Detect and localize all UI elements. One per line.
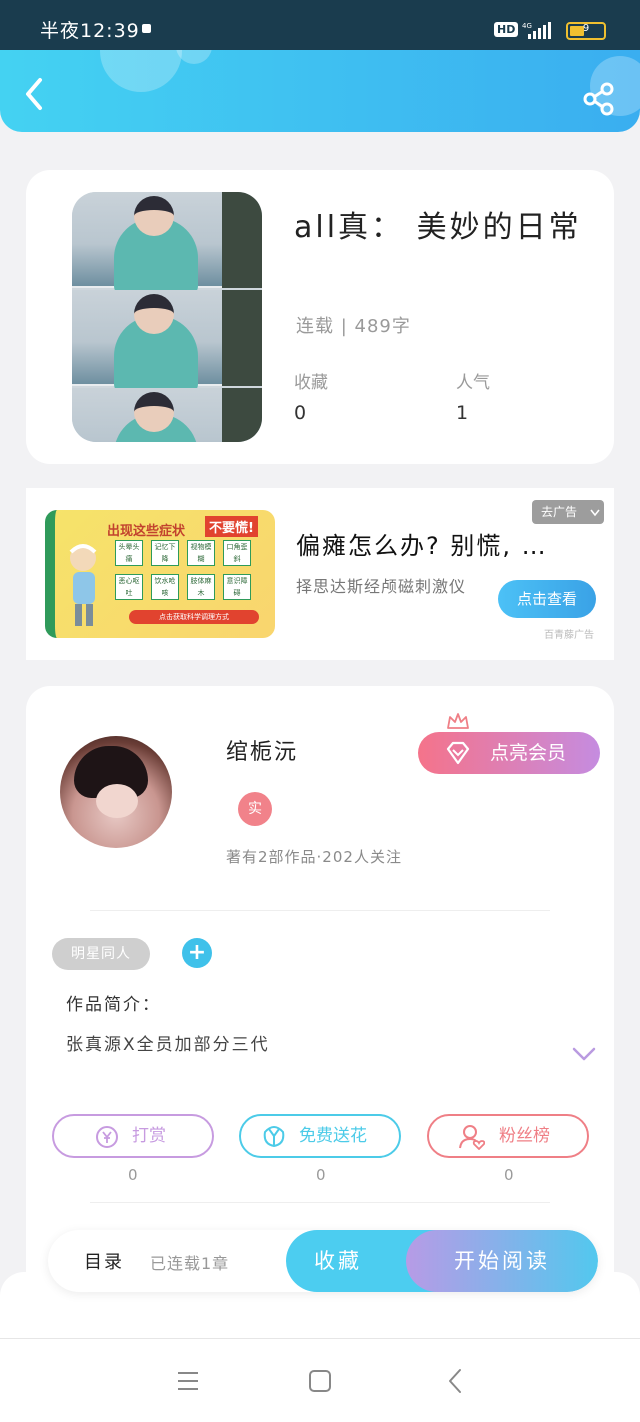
vip-label: 点亮会员 bbox=[490, 742, 567, 764]
cover-plant bbox=[222, 290, 262, 386]
toc-status[interactable]: 已连载1章 bbox=[150, 1250, 229, 1274]
ad-symptom: 记忆下降 bbox=[151, 540, 179, 566]
ad-symptom: 视物模糊 bbox=[187, 540, 215, 566]
diamond-icon bbox=[446, 741, 470, 765]
flower-label: 免费送花 bbox=[299, 1126, 367, 1146]
battery-text: 9 bbox=[582, 23, 590, 34]
cover-figure-head bbox=[134, 196, 174, 236]
divider bbox=[90, 1202, 550, 1203]
ad-symptom: 头晕头痛 bbox=[115, 540, 143, 566]
flower-button[interactable]: 免费送花 bbox=[239, 1114, 401, 1158]
intro-label: 作品简介： bbox=[66, 995, 161, 1015]
ad-title[interactable]: 偏瘫怎么办? 别慌, … bbox=[296, 526, 548, 561]
toc-button[interactable]: 目录 bbox=[84, 1248, 124, 1274]
fans-ranking-label: 粉丝榜 bbox=[499, 1126, 550, 1146]
start-reading-button[interactable]: 开始阅读 bbox=[406, 1230, 598, 1292]
stat-popularity-value: 1 bbox=[456, 402, 469, 424]
ad-symptom: 意识障碍 bbox=[223, 574, 251, 600]
ad-symptom-grid: 头晕头痛 记忆下降 视物模糊 口角歪斜 恶心呕吐 饮水呛咳 肢体麻木 意识障碍 bbox=[115, 540, 265, 604]
vip-button[interactable]: 点亮会员 bbox=[418, 732, 600, 774]
ad-cta-button[interactable]: 点击查看 bbox=[498, 580, 596, 618]
status-bar: 半夜12:39 HD 4G 9 bbox=[0, 0, 640, 50]
ad-image-title: 出现这些症状 bbox=[107, 524, 186, 539]
intro-text: 张真源X全员加部分三代 bbox=[66, 1035, 270, 1055]
avatar-face bbox=[96, 784, 138, 818]
stat-popularity-label: 人气 bbox=[456, 373, 490, 393]
book-title: all真： 美妙的日常 bbox=[294, 210, 582, 245]
svg-text:4G: 4G bbox=[522, 22, 532, 30]
flower-icon bbox=[263, 1126, 285, 1147]
verified-badge: 实 bbox=[238, 792, 272, 826]
ad-symptom: 饮水呛咳 bbox=[151, 574, 179, 600]
tip-button[interactable]: 打赏 bbox=[52, 1114, 214, 1158]
tip-label: 打赏 bbox=[132, 1126, 166, 1146]
flower-count: 0 bbox=[316, 1166, 326, 1184]
book-cover[interactable] bbox=[72, 192, 262, 442]
decor-bubble bbox=[176, 50, 212, 64]
chevron-down-icon bbox=[590, 509, 600, 517]
cover-figure-head bbox=[134, 392, 174, 432]
author-meta: 著有2部作品·202人关注 bbox=[226, 848, 402, 866]
fans-icon bbox=[459, 1125, 485, 1150]
avatar[interactable] bbox=[60, 736, 172, 848]
cover-panel bbox=[72, 290, 262, 394]
system-nav-bar bbox=[0, 1338, 640, 1422]
fans-ranking-button[interactable]: 粉丝榜 bbox=[427, 1114, 589, 1158]
home-square-icon[interactable] bbox=[306, 1367, 334, 1395]
notification-icon bbox=[142, 24, 151, 33]
cover-figure-head bbox=[134, 294, 174, 334]
decor-bubble bbox=[100, 50, 182, 92]
ad-symptom: 恶心呕吐 bbox=[115, 574, 143, 600]
ad-image[interactable]: 出现这些症状 不要慌! 头晕头痛 记忆下降 视物模糊 口角歪斜 恶心呕吐 饮水呛… bbox=[45, 510, 275, 638]
stat-favorites-value: 0 bbox=[294, 402, 307, 424]
ad-image-strip: 点击获取科学调理方式 bbox=[129, 610, 259, 624]
share-icon[interactable] bbox=[582, 82, 616, 116]
cover-plant bbox=[222, 388, 262, 442]
divider bbox=[90, 910, 550, 911]
bottom-action-bar: 目录 已连载1章 收藏 开始阅读 bbox=[48, 1230, 598, 1292]
fans-count: 0 bbox=[504, 1166, 514, 1184]
cover-plant bbox=[222, 192, 262, 288]
chevron-down-icon[interactable] bbox=[572, 1046, 596, 1062]
status-time: 半夜12:39 bbox=[40, 20, 140, 42]
signal-icon: 4G bbox=[522, 22, 551, 39]
ad-dismiss-button[interactable]: 去广告 bbox=[532, 500, 604, 524]
chevron-left-icon[interactable] bbox=[18, 76, 54, 112]
header bbox=[0, 50, 640, 132]
author-name[interactable]: 绾栀沅 bbox=[226, 734, 298, 766]
add-tag-button[interactable]: + bbox=[182, 938, 212, 968]
ad-symptom: 肢体麻木 bbox=[187, 574, 215, 600]
cover-panel bbox=[72, 192, 262, 296]
menu-icon[interactable] bbox=[174, 1367, 202, 1395]
tag-chip[interactable]: 明星同人 bbox=[52, 938, 150, 970]
elderly-man-illustration bbox=[69, 544, 97, 626]
ad-dismiss-label: 去广告 bbox=[541, 505, 578, 519]
yen-icon bbox=[96, 1126, 118, 1148]
cover-panel bbox=[72, 388, 262, 442]
back-triangle-icon[interactable] bbox=[442, 1367, 470, 1395]
tip-count: 0 bbox=[128, 1166, 138, 1184]
stat-favorites-label: 收藏 bbox=[294, 373, 328, 393]
hd-badge: HD bbox=[494, 22, 519, 37]
ad-image-badge: 不要慌! bbox=[205, 516, 258, 537]
ad-description: 择思达斯经颅磁刺激仪 bbox=[296, 577, 467, 596]
book-meta: 连载 | 489字 bbox=[296, 316, 411, 337]
battery-icon: 9 bbox=[566, 22, 606, 40]
crown-icon bbox=[447, 713, 469, 729]
ad-source: 百青藤广告 bbox=[544, 630, 594, 641]
ad-symptom: 口角歪斜 bbox=[223, 540, 251, 566]
